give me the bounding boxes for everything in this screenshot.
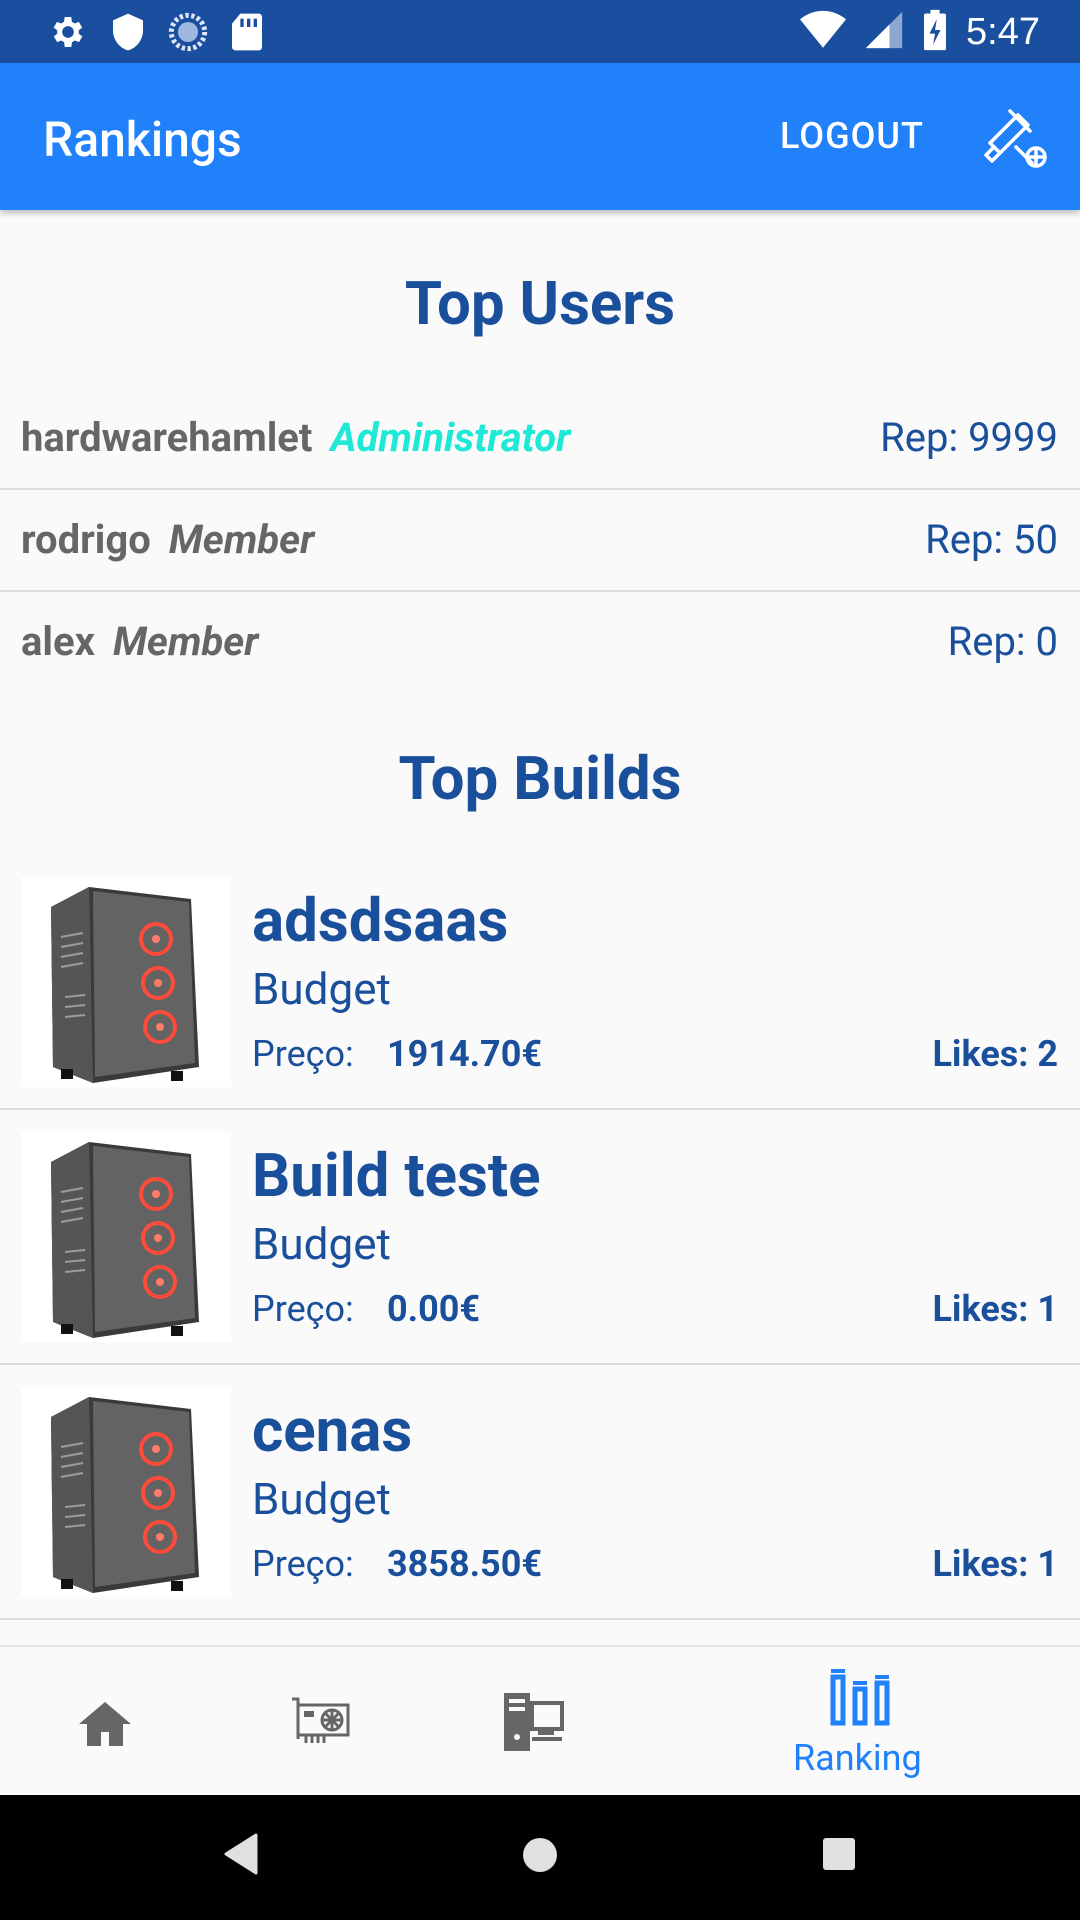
build-name: adsdsaas [252,885,509,956]
build-likes: Likes: 1 [932,1543,1058,1585]
page-title: Rankings [43,111,242,168]
shield-icon [110,12,146,56]
user-name: alex [21,618,95,665]
price-label: Preço: [252,1288,354,1330]
user-role-badge: Administrator [330,414,571,461]
top-builds-title: Top Builds [398,743,682,814]
home-icon [79,1702,131,1746]
user-row[interactable]: hardwarehamlet Administrator Rep: 9999 [0,388,1080,490]
top-users-title: Top Users [404,268,676,339]
battery-charging-icon [922,8,948,56]
status-bar: 5:47 [0,0,1080,63]
build-price: 1914.70€ [387,1033,543,1075]
build-price: 3858.50€ [387,1543,543,1585]
pc-case-image [21,877,231,1087]
build-price: 0.00€ [387,1288,481,1330]
build-tools-add-icon[interactable] [980,103,1050,173]
build-row[interactable]: Build teste Budget Preço: 0.00€ Likes: 1 [0,1110,1080,1365]
build-likes: Likes: 1 [932,1288,1058,1330]
gear-icon [48,12,88,56]
back-icon[interactable] [222,1833,258,1879]
user-name-line: hardwarehamlet Administrator [21,414,570,461]
nav-builds[interactable] [482,1647,582,1797]
build-row[interactable]: cenas Budget Preço: 3858.50€ Likes: 1 [0,1365,1080,1620]
bottom-navigation: Ranking [0,1645,1080,1795]
nav-ranking[interactable]: Ranking [775,1647,945,1797]
sync-icon [168,12,208,56]
nav-ranking-label: Ranking [793,1737,922,1779]
logout-button[interactable]: LOGOUT [780,115,924,157]
user-row[interactable]: alex Member Rep: 0 [0,592,1080,694]
build-name: cenas [252,1395,413,1466]
pc-case-image [21,1387,231,1597]
user-role-badge: Member [168,516,315,563]
home-circle-icon[interactable] [522,1837,558,1877]
nav-home[interactable] [55,1647,155,1797]
status-time: 5:47 [966,10,1040,53]
price-label: Preço: [252,1543,354,1585]
build-category: Budget [252,1218,391,1270]
user-name-line: rodrigo Member [21,516,314,563]
wifi-icon [800,10,847,54]
user-row[interactable]: rodrigo Member Rep: 50 [0,490,1080,592]
graphics-card-icon [292,1697,350,1743]
user-rep: Rep: 9999 [880,414,1058,461]
build-likes: Likes: 2 [932,1033,1058,1075]
build-category: Budget [252,963,391,1015]
user-name: rodrigo [21,516,151,563]
user-name-line: alex Member [21,618,258,665]
user-rep: Rep: 50 [925,516,1058,563]
user-name: hardwarehamlet [21,414,313,461]
ranking-bars-icon [830,1669,890,1726]
build-name: Build teste [252,1140,541,1211]
sd-card-icon [230,12,264,56]
user-role-badge: Member [112,618,259,665]
system-navigation-bar [0,1795,1080,1920]
price-label: Preço: [252,1033,354,1075]
signal-icon [864,10,904,54]
build-row[interactable]: adsdsaas Budget Preço: 1914.70€ Likes: 2 [0,855,1080,1110]
nav-components[interactable] [270,1647,370,1797]
pc-case-image [21,1132,231,1342]
user-rep: Rep: 0 [947,618,1058,665]
build-category: Budget [252,1473,391,1525]
recents-icon[interactable] [822,1837,856,1875]
app-bar: Rankings LOGOUT [0,63,1080,210]
desktop-computer-icon [504,1693,564,1751]
